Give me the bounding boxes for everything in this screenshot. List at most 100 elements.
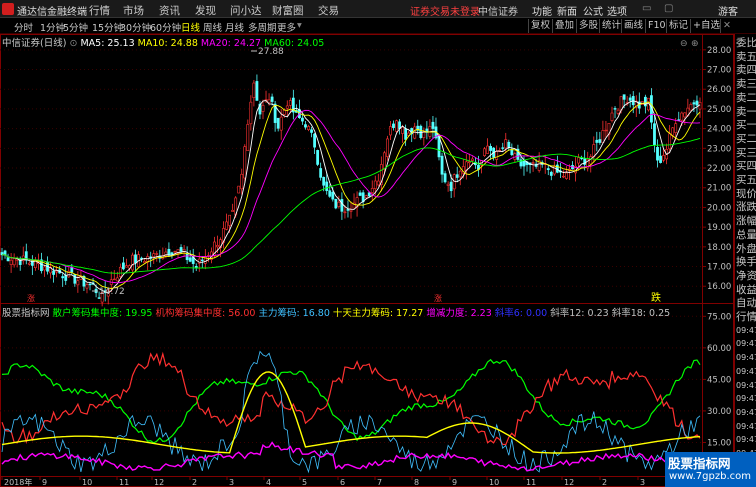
candle-body bbox=[240, 173, 244, 190]
multi-stock-button[interactable]: 多股 bbox=[576, 19, 600, 33]
menu-options[interactable]: 选项 bbox=[607, 3, 627, 18]
guest-label[interactable]: 游客 bbox=[718, 3, 738, 18]
indicator-yaxis: 75.00 60.00 45.00 30.00 15.00 bbox=[702, 312, 731, 448]
login-notice[interactable]: 证券交易未登录 bbox=[410, 3, 480, 18]
date-tick-label: 2018年 bbox=[4, 477, 32, 487]
menu-market[interactable]: 市场 bbox=[123, 3, 144, 18]
fall-marker: 跌 bbox=[651, 291, 661, 304]
candle-body bbox=[346, 209, 350, 211]
candle-body bbox=[376, 180, 380, 186]
menu-quotes[interactable]: 行情 bbox=[89, 3, 110, 18]
side-panel-item: 净资 bbox=[736, 269, 756, 282]
candle-body bbox=[12, 258, 16, 266]
indicator-legend: 股票指标网 散户筹码集中度: 19.95 机构筹码集中度: 56.00 主力筹码… bbox=[2, 305, 670, 319]
candle-body bbox=[261, 105, 265, 112]
institution-concentration-label: 机构筹码集中度: 56.00 bbox=[155, 308, 256, 319]
date-tick-label: 9 bbox=[452, 478, 457, 487]
candle-body bbox=[155, 253, 159, 255]
date-xaxis: 2018年910111223456789101112234 bbox=[1, 476, 682, 487]
candle-body bbox=[27, 262, 31, 265]
menu-discover[interactable]: 发现 bbox=[195, 3, 216, 18]
candle-body bbox=[522, 160, 526, 167]
candle-body bbox=[3, 250, 7, 256]
menu-new-page[interactable]: 新面 bbox=[557, 3, 577, 18]
candle-body bbox=[549, 171, 553, 176]
indicator-tick-label: 75.00 bbox=[707, 312, 731, 322]
settings-icon[interactable]: ⊙ bbox=[69, 38, 77, 49]
candle-body bbox=[695, 100, 699, 106]
candle-body bbox=[337, 201, 341, 207]
candle-body bbox=[225, 221, 228, 230]
title-bar: 通达信金融终端 行情 市场 资讯 发现 问小达 财富圈 交易 证券交易未登录 中… bbox=[0, 0, 756, 18]
overlay-button[interactable]: 叠加 bbox=[552, 19, 576, 33]
menu-info[interactable]: 资讯 bbox=[159, 3, 180, 18]
menu-function[interactable]: 功能 bbox=[532, 3, 552, 18]
chevron-down-icon[interactable]: ▾ bbox=[297, 20, 302, 31]
period-multi[interactable]: 多周期 bbox=[248, 20, 277, 34]
side-panel-item: 买二 bbox=[736, 132, 756, 145]
candle-body bbox=[43, 266, 46, 271]
candle-body bbox=[562, 175, 565, 178]
candle-body bbox=[237, 185, 241, 194]
indicator-tick-label: 45.00 bbox=[707, 375, 731, 385]
date-tick-label: 7 bbox=[377, 478, 382, 487]
fuquan-button[interactable]: 复权 bbox=[528, 19, 552, 33]
candle-body bbox=[598, 139, 602, 143]
add-favorite-button[interactable]: +自选 bbox=[690, 19, 722, 33]
date-tick-label: 10 bbox=[82, 478, 92, 487]
candle-body bbox=[401, 126, 404, 134]
menu-formula[interactable]: 公式 bbox=[583, 3, 603, 18]
restore-icon[interactable]: ▢ bbox=[664, 3, 673, 14]
candle-body bbox=[194, 266, 198, 268]
close-icon[interactable]: ✕ bbox=[720, 19, 733, 33]
date-tick-label: 3 bbox=[640, 478, 645, 487]
f10-button[interactable]: F10 bbox=[645, 19, 668, 33]
broker-name: 中信证券 bbox=[478, 7, 518, 18]
chart-area[interactable]: 28.00 27.00 26.00 25.00 24.00 23.00 22.00 21.00… bbox=[0, 34, 734, 487]
date-tick-label: 12 bbox=[154, 478, 164, 487]
period-60min[interactable]: 60分钟 bbox=[150, 20, 181, 34]
candle-body bbox=[455, 174, 459, 178]
indicator-lines bbox=[1, 350, 701, 474]
candle-body bbox=[653, 123, 656, 146]
candle-body bbox=[243, 146, 247, 179]
minimize-icon[interactable]: ▭ bbox=[642, 3, 651, 14]
side-panel-item: 行情 bbox=[736, 311, 756, 323]
indicator-tick-label: 15.00 bbox=[707, 438, 731, 448]
candle-body bbox=[692, 102, 696, 105]
candle-body bbox=[486, 145, 489, 154]
period-1min[interactable]: 1分钟 bbox=[40, 20, 65, 34]
draw-line-button[interactable]: 画线 bbox=[621, 19, 645, 33]
period-daily[interactable]: 日线 bbox=[181, 20, 200, 34]
period-5min[interactable]: 5分钟 bbox=[63, 20, 88, 34]
candle-body bbox=[9, 259, 13, 265]
ma20-label: MA20: 24.27 bbox=[200, 38, 262, 49]
mark-button[interactable]: 标记 bbox=[666, 19, 690, 33]
candle-body bbox=[367, 192, 371, 197]
menu-ask[interactable]: 问小达 bbox=[230, 3, 262, 18]
zoom-in-icon[interactable]: ⊕ bbox=[691, 39, 699, 49]
price-tick-label: 19.00 bbox=[707, 223, 731, 233]
side-panel-item: 收益 bbox=[736, 283, 756, 296]
period-intraday[interactable]: 分时 bbox=[14, 20, 33, 34]
candle-body bbox=[143, 260, 147, 264]
ma10-line bbox=[2, 101, 701, 289]
candle-body bbox=[674, 123, 678, 133]
period-15min[interactable]: 15分钟 bbox=[92, 20, 123, 34]
menu-trade[interactable]: 交易 bbox=[318, 3, 339, 18]
candle-body bbox=[619, 96, 623, 111]
candle-body bbox=[683, 112, 687, 118]
stats-button[interactable]: 统计 bbox=[599, 19, 623, 33]
date-tick-label: 2 bbox=[192, 478, 197, 487]
period-monthly[interactable]: 月线 bbox=[225, 20, 244, 34]
zoom-icon[interactable]: ⊖ bbox=[680, 39, 688, 49]
period-weekly[interactable]: 周线 bbox=[203, 20, 222, 34]
candle-body bbox=[228, 214, 232, 226]
candle-body bbox=[276, 117, 280, 129]
date-tick-label: 12 bbox=[564, 478, 574, 487]
period-more[interactable]: 更多 bbox=[277, 20, 296, 34]
ma10-label: MA10: 24.88 bbox=[137, 38, 198, 49]
period-30min[interactable]: 30分钟 bbox=[120, 20, 151, 34]
menu-wealth[interactable]: 财富圈 bbox=[272, 3, 304, 18]
candle-body bbox=[659, 155, 662, 163]
